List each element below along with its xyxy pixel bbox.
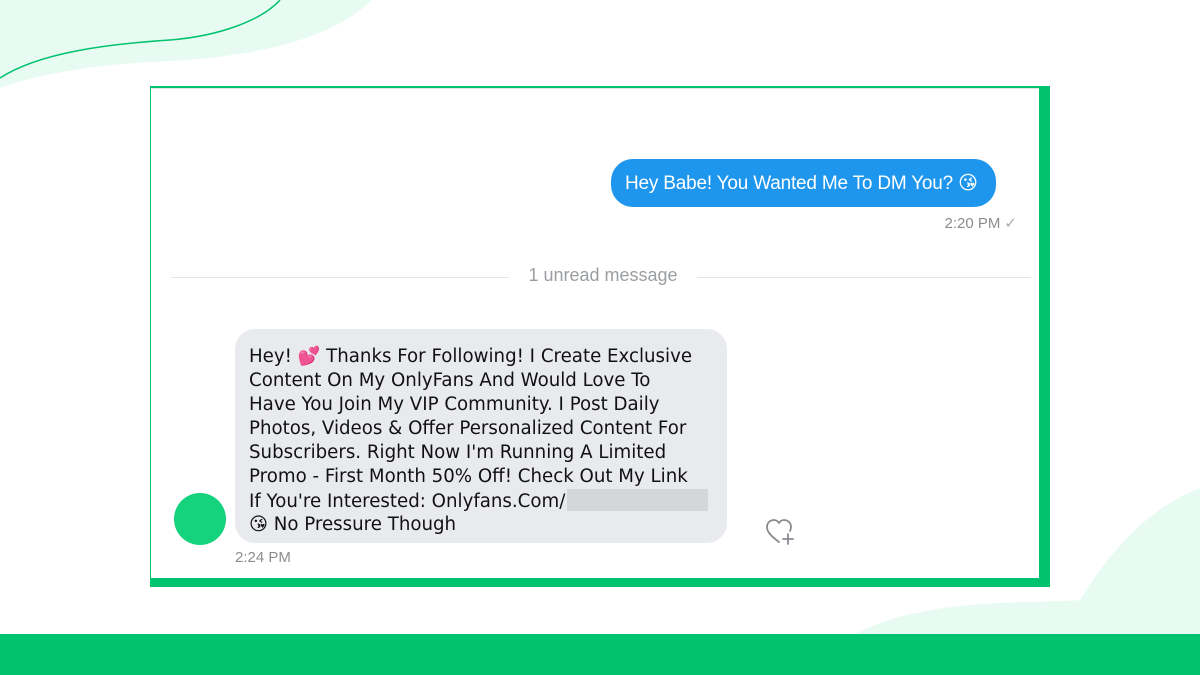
divider-line-left xyxy=(171,277,509,278)
message-line: Photos, Videos & Offer Personalized Cont… xyxy=(249,418,687,439)
divider-line-right xyxy=(697,277,1031,278)
incoming-message-bubble[interactable]: Hey! 💕 Thanks For Following! I Create Ex… xyxy=(235,329,727,543)
kiss-emoji: 😘 xyxy=(958,172,978,194)
outgoing-timestamp: 2:20 PM ✓ xyxy=(945,214,1017,232)
message-text: Hey! xyxy=(249,346,298,367)
message-text: Thanks For Following! I Create Exclusive xyxy=(320,346,693,367)
heart-plus-icon[interactable] xyxy=(765,517,795,547)
message-line: Content On My OnlyFans And Would Love To xyxy=(249,370,651,391)
message-line: Subscribers. Right Now I'm Running A Lim… xyxy=(249,442,667,463)
redacted-link xyxy=(567,489,709,511)
kiss-emoji: 😘 xyxy=(249,514,268,535)
check-icon: ✓ xyxy=(1004,215,1017,232)
bottom-accent-bar xyxy=(0,634,1200,675)
incoming-timestamp: 2:24 PM xyxy=(235,549,291,566)
screenshot-frame: Hey Babe! You Wanted Me To DM You? 😘 2:2… xyxy=(150,86,1050,587)
link-text[interactable]: If You're Interested: Onlyfans.Com/ xyxy=(249,491,565,512)
outgoing-message-text: Hey Babe! You Wanted Me To DM You? xyxy=(625,173,959,194)
unread-divider-label: 1 unread message xyxy=(528,265,678,285)
outgoing-time: 2:20 PM xyxy=(944,215,1001,232)
message-line: 😘 No Pressure Though xyxy=(249,513,713,537)
outgoing-message-bubble[interactable]: Hey Babe! You Wanted Me To DM You? 😘 xyxy=(611,159,996,207)
message-text: No Pressure Though xyxy=(267,514,457,535)
chat-window: Hey Babe! You Wanted Me To DM You? 😘 2:2… xyxy=(151,88,1039,578)
message-line: Promo - First Month 50% Off! Check Out M… xyxy=(249,466,688,487)
message-line: If You're Interested: Onlyfans.Com/ xyxy=(249,489,713,513)
message-line: Hey! 💕 Thanks For Following! I Create Ex… xyxy=(249,345,713,369)
hearts-emoji: 💕 xyxy=(297,346,321,367)
message-line: Have You Join My VIP Community. I Post D… xyxy=(249,394,660,415)
avatar[interactable] xyxy=(174,493,226,545)
